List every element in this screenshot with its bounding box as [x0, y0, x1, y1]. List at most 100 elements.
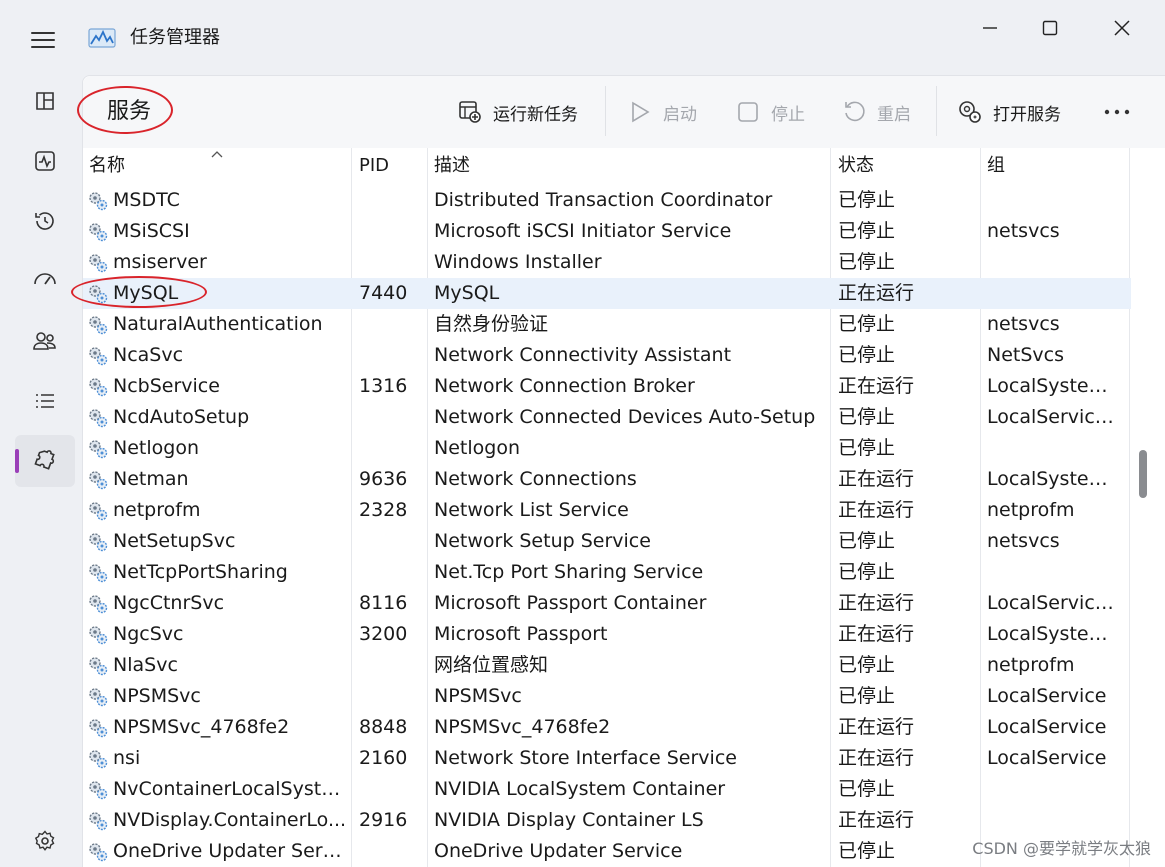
service-status: 正在运行 — [838, 499, 915, 521]
header-group[interactable]: 组 — [987, 154, 1005, 178]
nav-startup[interactable] — [15, 255, 75, 307]
service-name: NgcSvc — [113, 623, 184, 645]
table-row[interactable]: MySQL 7440 MySQL 正在运行 — [71, 276, 1131, 309]
active-nav-indicator — [15, 449, 19, 473]
header-description[interactable]: 描述 — [434, 154, 470, 178]
service-name: MSDTC — [113, 189, 180, 211]
service-description: Network Store Interface Service — [434, 747, 737, 769]
service-status: 已停止 — [838, 220, 896, 242]
table-row[interactable]: NgcSvc 3200 Microsoft Passport 正在运行 LocalSys… — [83, 619, 1131, 650]
service-gears-icon — [89, 781, 108, 800]
nav-app-history[interactable] — [15, 195, 75, 247]
service-group: LocalService — [987, 685, 1107, 707]
service-group: LocalSystem... — [987, 375, 1123, 397]
service-group: netsvcs — [987, 220, 1060, 242]
scrollbar-thumb[interactable] — [1139, 450, 1147, 498]
service-description: NPSMSvc — [434, 685, 522, 707]
nav-performance[interactable] — [15, 135, 75, 187]
service-status: 正在运行 — [838, 375, 915, 397]
nav-users[interactable] — [15, 315, 75, 367]
service-description: Microsoft Passport — [434, 623, 608, 645]
service-status: 已停止 — [838, 406, 896, 428]
header-status[interactable]: 状态 — [838, 154, 874, 178]
table-row[interactable]: MSiSCSI Microsoft iSCSI Initiator Service… — [83, 216, 1131, 247]
table-row[interactable]: NetSetupSvc Network Setup Service 已停止 netsv… — [83, 526, 1131, 557]
service-gears-icon — [89, 347, 108, 366]
service-description: Microsoft Passport Container — [434, 592, 707, 614]
table-row[interactable]: NPSMSvc_4768fe2 8848 NPSMSvc_4768fe2 正在运行 Lo… — [83, 712, 1131, 743]
nav-settings[interactable] — [15, 815, 75, 867]
nav-details[interactable] — [15, 375, 75, 427]
table-row[interactable]: NetTcpPortSharing Net.Tcp Port Sharing Se… — [83, 557, 1131, 588]
table-row[interactable]: NcaSvc Network Connectivity Assistant 已停止 N… — [83, 340, 1131, 371]
table-row[interactable]: NaturalAuthentication 自然身份验证 已停止 netsvcs — [83, 309, 1131, 340]
table-row[interactable]: NgcCtnrSvc 8116 Microsoft Passport Contain… — [83, 588, 1131, 619]
minimize-button[interactable] — [960, 10, 1020, 46]
start-label: 启动 — [663, 104, 697, 125]
services-panel: 服务 运行新任务 启动 停止 重启 打开服务 名称 PID 描述 状态 组 MS… — [71, 75, 1165, 867]
settings-gear-icon — [34, 830, 55, 851]
service-status: 已停止 — [838, 313, 896, 335]
service-gears-icon — [89, 502, 108, 521]
service-description: Network Connections — [434, 468, 637, 490]
table-row[interactable]: NlaSvc 网络位置感知 已停止 netprofm — [83, 650, 1131, 681]
service-gears-icon — [89, 316, 108, 335]
service-description: Network List Service — [434, 499, 629, 521]
table-row[interactable]: msiserver Windows Installer 已停止 — [83, 247, 1131, 278]
table-row[interactable]: Netlogon Netlogon 已停止 — [83, 433, 1131, 464]
hamburger-icon[interactable] — [30, 30, 56, 50]
service-gears-icon — [89, 719, 108, 738]
header-name[interactable]: 名称 — [89, 154, 125, 178]
service-group: LocalSystem... — [987, 468, 1123, 490]
nav-processes[interactable] — [15, 75, 75, 127]
run-task-icon — [459, 101, 481, 123]
services-table: 名称 PID 描述 状态 组 MSDTC Distributed Transact… — [71, 148, 1131, 867]
more-button[interactable] — [1103, 95, 1133, 129]
service-pid: 2160 — [359, 747, 408, 769]
table-row[interactable]: NvContainerLocalSyste... NVIDIA LocalSyst… — [83, 774, 1131, 805]
service-gears-icon — [89, 378, 108, 397]
restart-button[interactable]: 重启 — [841, 95, 911, 129]
service-group: netprofm — [987, 499, 1075, 521]
service-pid: 3200 — [359, 623, 408, 645]
header-pid[interactable]: PID — [359, 154, 389, 178]
startup-gauge-icon — [34, 273, 56, 285]
start-button[interactable]: 启动 — [627, 95, 697, 129]
service-description: Windows Installer — [434, 251, 602, 273]
service-gears-icon — [89, 657, 108, 676]
table-row[interactable]: NVDisplay.ContainerLo... 2916 NVIDIA Displ… — [83, 805, 1131, 836]
play-icon — [632, 101, 650, 123]
maximize-button[interactable] — [1020, 10, 1080, 46]
service-gears-icon — [89, 564, 108, 583]
toolbar-separator — [936, 86, 937, 136]
title-bar: 任务管理器 — [0, 0, 1165, 75]
service-gears-icon — [89, 254, 108, 273]
service-gears-icon — [89, 471, 108, 490]
service-pid: 9636 — [359, 468, 408, 490]
stop-button[interactable]: 停止 — [735, 95, 805, 129]
table-row[interactable]: netprofm 2328 Network List Service 正在运行 netp… — [83, 495, 1131, 526]
table-row[interactable]: nsi 2160 Network Store Interface Service 正在… — [83, 743, 1131, 774]
run-new-task-button[interactable]: 运行新任务 — [457, 95, 578, 129]
table-row[interactable]: Netman 9636 Network Connections 正在运行 LocalSy… — [83, 464, 1131, 495]
service-name: NetSetupSvc — [113, 530, 236, 552]
table-row[interactable]: MSDTC Distributed Transaction Coordinator… — [83, 185, 1131, 216]
table-row[interactable]: NcbService 1316 Network Connection Broker 正… — [83, 371, 1131, 402]
nav-services[interactable] — [15, 435, 75, 487]
service-status: 正在运行 — [838, 592, 915, 614]
annotation-circle-title — [77, 86, 173, 134]
table-row[interactable]: NcdAutoSetup Network Connected Devices Au… — [83, 402, 1131, 433]
run-new-task-label: 运行新任务 — [493, 104, 578, 125]
service-status: 已停止 — [838, 251, 896, 273]
service-description: Network Connected Devices Auto-Setup — [434, 406, 816, 428]
service-gears-icon — [89, 223, 108, 242]
service-group: LocalService — [987, 716, 1107, 738]
navigation-sidebar — [0, 75, 82, 867]
service-gears-icon — [89, 440, 108, 459]
table-row[interactable]: NPSMSvc NPSMSvc 已停止 LocalService — [83, 681, 1131, 712]
open-services-button[interactable]: 打开服务 — [957, 95, 1061, 129]
vertical-scrollbar[interactable] — [1133, 148, 1165, 867]
service-name: NcdAutoSetup — [113, 406, 250, 428]
window-title: 任务管理器 — [130, 27, 220, 48]
close-button[interactable] — [1092, 10, 1152, 46]
